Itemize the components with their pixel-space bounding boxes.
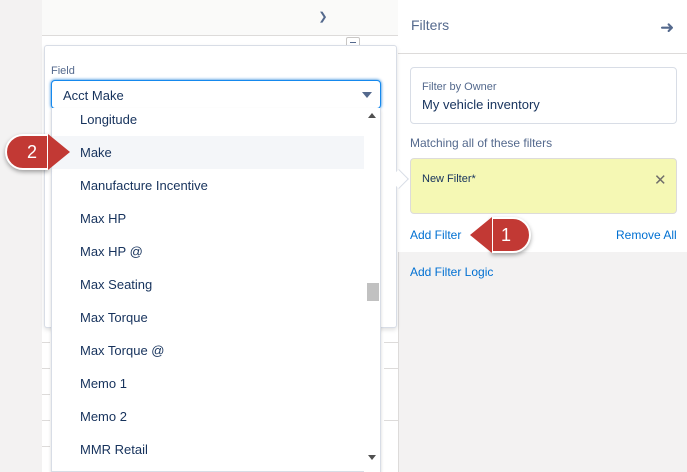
matching-filters-label: Matching all of these filters — [410, 136, 553, 150]
row-divider — [42, 420, 50, 421]
callout-number: 1 — [500, 225, 511, 245]
field-option[interactable]: Memo 2 — [52, 400, 364, 433]
field-option-highlighted[interactable]: Make — [52, 136, 364, 169]
owner-filter-card[interactable]: Filter by Owner My vehicle inventory — [410, 67, 677, 124]
field-label: Field — [51, 65, 75, 77]
new-filter-card[interactable]: New Filter* ✕ — [410, 158, 677, 214]
row-divider — [42, 446, 50, 447]
panel-title: Filters — [411, 17, 450, 33]
field-option[interactable]: Max HP — [52, 202, 364, 235]
row-divider — [384, 420, 398, 421]
caret-down-icon — [362, 92, 372, 98]
new-filter-label: New Filter* — [422, 173, 476, 185]
row-divider — [42, 368, 50, 369]
chevron-down-icon[interactable]: ❯ — [313, 8, 333, 26]
row-divider — [42, 342, 50, 343]
field-option[interactable]: MMR Retail — [52, 433, 364, 466]
field-combobox-value: Acct Make — [63, 88, 124, 103]
list-view-header — [42, 0, 398, 36]
scroll-up-arrow-icon[interactable] — [368, 113, 376, 118]
owner-filter-value: My vehicle inventory — [422, 97, 540, 112]
row-divider — [384, 342, 398, 343]
add-filter-logic-link[interactable]: Add Filter Logic — [410, 265, 493, 279]
owner-filter-label: Filter by Owner — [422, 81, 497, 93]
remove-all-link[interactable]: Remove All — [616, 228, 677, 242]
scroll-down-arrow-icon[interactable] — [368, 455, 376, 460]
field-combobox[interactable]: Acct Make — [51, 80, 381, 109]
close-icon[interactable]: ✕ — [654, 173, 667, 188]
field-option[interactable]: Memo 1 — [52, 367, 364, 400]
arrow-right-icon[interactable]: ➜ — [660, 19, 678, 37]
field-option[interactable]: Max HP @ — [52, 235, 364, 268]
field-options-listbox[interactable]: Longitude Make Manufacture Incentive Max… — [51, 108, 381, 472]
row-divider — [384, 368, 398, 369]
field-option[interactable]: Max Torque — [52, 301, 364, 334]
scrollbar-thumb[interactable] — [367, 283, 379, 301]
callout-number: 2 — [26, 142, 37, 162]
field-option[interactable]: Manufacture Incentive — [52, 169, 364, 202]
field-option[interactable]: Max Seating — [52, 268, 364, 301]
callout-tip — [48, 134, 70, 170]
field-option[interactable]: Longitude — [52, 108, 364, 136]
background-left-area — [0, 0, 42, 472]
add-filter-link[interactable]: Add Filter — [410, 228, 461, 242]
row-divider — [42, 394, 50, 395]
field-option[interactable]: Max Torque @ — [52, 334, 364, 367]
